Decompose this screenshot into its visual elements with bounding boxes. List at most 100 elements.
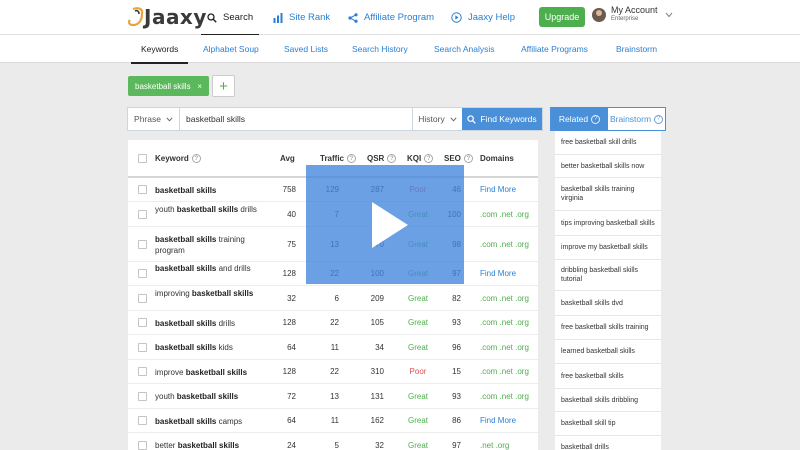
related-keyword[interactable]: dribbling basketball skills tutorial [555,260,661,291]
domains-cell[interactable]: .com .net .org [480,210,529,219]
keyword-match: basketball skills [155,416,217,426]
nav-jaaxy-help[interactable]: Jaaxy Help [451,0,515,35]
account-menu[interactable]: My Account Enterprise [592,6,673,24]
tab-saved-lists[interactable]: Saved Lists [284,35,328,63]
keyword-cell[interactable]: basketball skills training program [155,234,273,256]
table-row[interactable]: improving basketball skills 32 6 209 Great 82… [128,286,538,311]
header-kqi[interactable]: KQI [407,154,421,163]
header-traffic[interactable]: Traffic [320,154,344,163]
row-checkbox[interactable] [138,342,147,352]
kqi-cell: Great [407,318,428,327]
nav-site-rank[interactable]: Site Rank [273,0,330,35]
find-keywords-button[interactable]: Find Keywords [462,108,542,130]
row-checkbox[interactable] [138,185,147,194]
related-keyword[interactable]: basketball drills [555,436,661,450]
tab-alphabet-soup[interactable]: Alphabet Soup [203,35,259,63]
header-domains[interactable]: Domains [480,154,514,163]
related-keyword[interactable]: free basketball skills [555,364,661,389]
keyword-cell[interactable]: improve basketball skills [155,367,273,378]
row-checkbox[interactable] [138,269,147,278]
history-label: History [418,114,445,124]
related-keyword[interactable]: improve my basketball skills [555,236,661,260]
keyword-cell[interactable]: basketball skills drills [155,318,273,329]
keyword-prefix: youth [155,392,177,401]
help-icon[interactable]: ? [387,154,397,163]
help-icon[interactable]: ? [654,114,664,124]
keyword-cell[interactable]: basketball skills and drills [155,263,273,274]
keyword-cell[interactable]: basketball skills kids [155,342,273,353]
header-qsr[interactable]: QSR [367,154,384,163]
tab-brainstorm[interactable]: Brainstorm [616,35,657,63]
keyword-cell[interactable]: better basketball skills [155,440,273,450]
keyword-cell[interactable]: youth basketball skills drills [155,204,273,215]
row-checkbox[interactable] [138,391,147,401]
related-keyword[interactable]: tips improving basketball skills [555,211,661,236]
add-keyword-button[interactable]: + [212,75,235,97]
video-overlay[interactable] [306,165,464,284]
play-icon[interactable] [372,201,408,248]
select-all-checkbox[interactable] [138,154,147,163]
close-icon[interactable]: × [197,82,202,91]
help-icon[interactable]: ? [347,154,357,163]
nav-affiliate-program[interactable]: Affiliate Program [348,0,434,35]
related-keyword[interactable]: learned basketball skills [555,340,661,364]
related-keyword[interactable]: basketball skills dvd [555,291,661,316]
related-keyword[interactable]: free basketball skills training [555,316,661,340]
history-select[interactable]: History [412,108,462,130]
search-mode-select[interactable]: Phrase [128,108,180,130]
header-seo[interactable]: SEO [444,154,461,163]
row-checkbox[interactable] [138,318,147,327]
related-keyword[interactable]: basketball skills dribbling [555,389,661,412]
find-more-link[interactable]: Find More [480,185,516,194]
row-checkbox[interactable] [138,209,147,219]
row-checkbox[interactable] [138,367,147,376]
seo-cell: 86 [452,416,461,425]
help-icon[interactable]: ? [191,154,201,163]
domains-cell[interactable]: .net .org [480,441,509,450]
tab-search-history[interactable]: Search History [352,35,408,63]
table-row[interactable]: better basketball skills 24 5 32 Great 97 .net… [128,433,538,450]
find-more-link[interactable]: Find More [480,269,516,278]
row-checkbox[interactable] [138,440,147,450]
qsr-cell: 34 [375,342,384,352]
tab-search-analysis[interactable]: Search Analysis [434,35,494,63]
tab-side-brainstorm[interactable]: Brainstorm ? [608,108,665,130]
domains-cell[interactable]: .com .net .org [480,318,529,327]
header-avg[interactable]: Avg [280,154,295,163]
keyword-chip[interactable]: basketball skills × [128,76,209,96]
row-checkbox[interactable] [138,293,147,303]
table-row[interactable]: basketball skills camps 64 11 162 Great 86 Fin… [128,409,538,433]
keyword-cell[interactable]: youth basketball skills [155,391,273,402]
help-icon[interactable]: ? [591,114,601,124]
domains-cell[interactable]: .com .net .org [480,294,529,303]
related-keyword[interactable]: basketball skill tip [555,412,661,436]
keyword-cell[interactable]: basketball skills [155,185,273,196]
header-keyword[interactable]: Keyword [155,154,189,163]
nav-search[interactable]: Search [200,0,260,36]
help-icon[interactable]: ? [424,154,434,163]
table-row[interactable]: basketball skills drills 128 22 105 Great 93.… [128,311,538,335]
tab-affiliate-programs[interactable]: Affiliate Programs [521,35,588,63]
keyword-cell[interactable]: improving basketball skills [155,288,273,299]
related-keyword[interactable]: basketball skills training virginia [555,178,661,211]
search-input[interactable] [180,108,412,130]
related-keyword[interactable]: better basketball skills now [555,155,661,178]
related-keyword[interactable]: free basketball skill drills [555,131,661,155]
tab-keywords[interactable]: Keywords [130,35,189,64]
keyword-cell[interactable]: basketball skills camps [155,416,273,427]
play-circle-icon [451,12,462,23]
tab-related[interactable]: Related ? [551,108,608,130]
domains-cell[interactable]: .com .net .org [480,367,529,376]
table-row[interactable]: improve basketball skills 128 22 310 Poor 15.… [128,360,538,384]
help-icon[interactable]: ? [463,154,473,163]
logo[interactable]: Jaaxy [127,5,207,29]
domains-cell[interactable]: .com .net .org [480,343,529,352]
upgrade-button[interactable]: Upgrade [539,7,585,27]
table-row[interactable]: basketball skills kids 64 11 34 Great 96 .com … [128,335,538,360]
row-checkbox[interactable] [138,416,147,425]
find-more-link[interactable]: Find More [480,416,516,425]
row-checkbox[interactable] [138,239,147,249]
domains-cell[interactable]: .com .net .org [480,240,529,249]
table-row[interactable]: youth basketball skills 72 13 131 Great 93 .co… [128,384,538,409]
domains-cell[interactable]: .com .net .org [480,392,529,401]
